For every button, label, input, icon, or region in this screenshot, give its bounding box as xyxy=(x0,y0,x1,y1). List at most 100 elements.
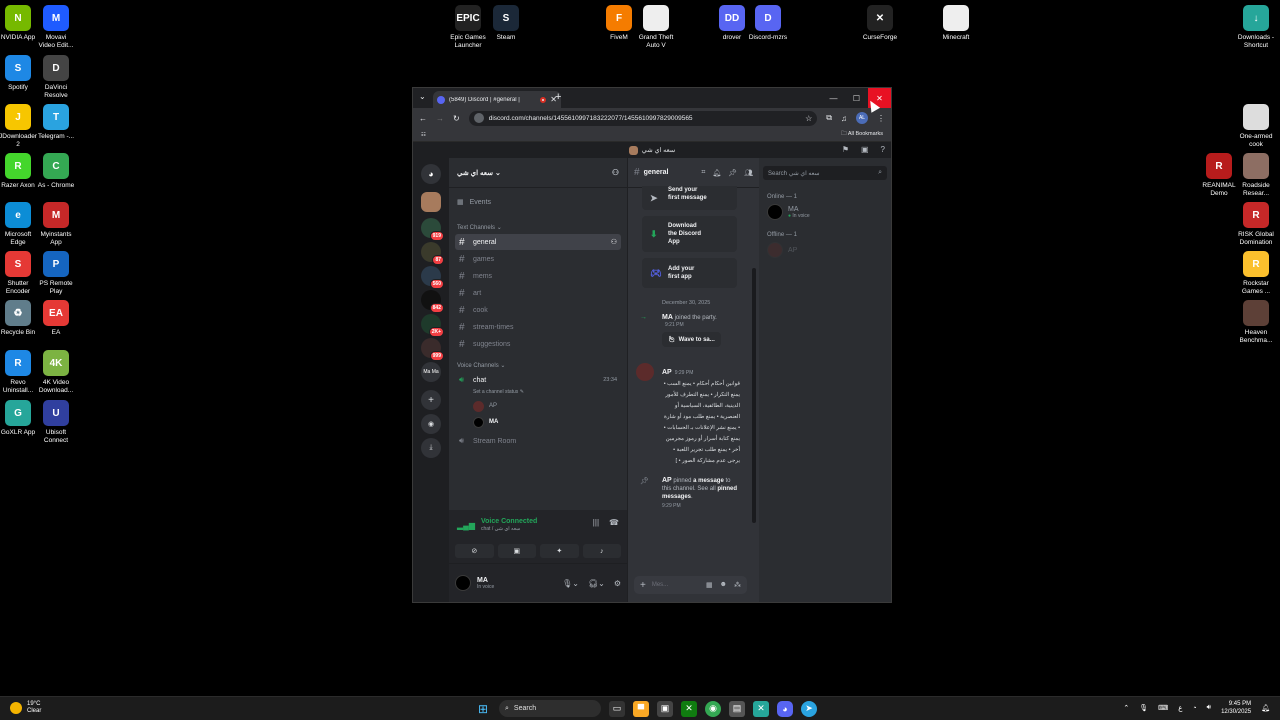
back-icon[interactable]: ← xyxy=(419,114,427,123)
server-item[interactable]: 999 xyxy=(421,338,444,361)
headphones-icon[interactable]: 🎧︎⌄ xyxy=(588,579,605,588)
help-icon[interactable]: ? xyxy=(881,145,885,154)
create-invite-icon[interactable]: ⚇ xyxy=(611,238,617,246)
tray-chevron-icon[interactable]: ⌃ xyxy=(1123,704,1129,712)
wifi-icon[interactable]: ◔ xyxy=(1192,705,1196,712)
avatar[interactable] xyxy=(636,363,654,381)
desktop-shortcut[interactable]: M Movavi Video Edit... xyxy=(30,5,82,50)
gift-icon[interactable]: ▦ xyxy=(706,581,713,589)
language-icon[interactable]: ع xyxy=(1178,704,1182,712)
member-list-icon[interactable]: 👥︎ xyxy=(744,169,753,177)
weather-widget[interactable]: 19°C Clear xyxy=(10,701,41,715)
server-folder[interactable]: Ma Ma xyxy=(421,362,441,382)
desktop-shortcut[interactable]: Heaven Benchma... xyxy=(1230,300,1280,345)
telegram-icon[interactable]: ➤ xyxy=(801,700,817,717)
events-item[interactable]: ▦ Events xyxy=(449,194,627,210)
discover-icon[interactable]: ◉ xyxy=(421,414,441,434)
desktop-shortcut[interactable]: One-armed cook xyxy=(1230,104,1280,149)
pin-message[interactable]: 📌︎ AP pinned a message to this channel. … xyxy=(628,477,759,509)
soundboard-button[interactable]: ♪ xyxy=(582,544,621,558)
screen-icon[interactable]: ▣ xyxy=(861,145,869,154)
apps-icon[interactable]: ☷ xyxy=(421,132,429,138)
desktop-shortcut[interactable]: ↓ Downloads - Shortcut xyxy=(1230,5,1280,50)
task-view-icon[interactable]: ▭ xyxy=(609,700,625,717)
desktop-shortcut[interactable]: D Discord-mzrs xyxy=(742,5,794,42)
activities-button[interactable]: ✦ xyxy=(540,544,579,558)
server-header[interactable]: سعه اي شي ⌄ ⚇ xyxy=(449,158,627,188)
camera-off-button[interactable]: ⊘ xyxy=(455,544,494,558)
url-text[interactable]: discord.com/channels/1455610997183222077… xyxy=(489,115,800,122)
bookmark-star-icon[interactable]: ☆ xyxy=(805,114,812,123)
notification-bell-icon[interactable]: 🔔︎ xyxy=(712,169,721,177)
keyboard-icon[interactable]: ⌨ xyxy=(1158,704,1168,712)
apps-grid-icon[interactable]: ⁂ xyxy=(734,581,741,589)
channel-general[interactable]: # general ⚇ xyxy=(455,234,621,250)
all-bookmarks-button[interactable]: 🗀 All Bookmarks xyxy=(841,130,883,139)
attach-plus-icon[interactable]: + xyxy=(640,580,646,591)
maximize-button[interactable]: ☐ xyxy=(845,88,868,108)
media-control-icon[interactable]: ♫ xyxy=(841,114,847,123)
desktop-shortcut[interactable]: EA EA xyxy=(30,300,82,337)
onboarding-card-add-app[interactable]: 🎮︎ Add your first app xyxy=(642,258,737,288)
emoji-icon[interactable]: ☻ xyxy=(720,581,727,589)
tab-search-icon[interactable]: ⌄ xyxy=(419,92,426,101)
onboarding-card-first-message[interactable]: ➤ Send your first message xyxy=(642,186,737,210)
desktop-shortcut[interactable]: Grand Theft Auto V xyxy=(630,5,682,50)
search-input[interactable]: Search سعه اي شي ⌕ xyxy=(763,166,887,180)
server-current[interactable] xyxy=(421,192,441,212)
site-info-icon[interactable] xyxy=(473,113,484,123)
new-tab-button[interactable]: + xyxy=(555,91,561,103)
photos-icon[interactable]: ▣ xyxy=(657,700,673,717)
user-avatar[interactable] xyxy=(455,575,471,591)
channel-suggestions[interactable]: # suggestions xyxy=(455,336,621,352)
message-input[interactable]: + Mes... ▦ ☻ ⁂ xyxy=(634,576,747,594)
voice-channel-chat[interactable]: 🔊︎ chat 23:34 xyxy=(455,372,621,388)
minimize-button[interactable]: — xyxy=(822,88,845,108)
desktop-shortcut[interactable]: M Myinstants App xyxy=(30,202,82,247)
noise-suppression-icon[interactable]: ||| xyxy=(593,518,599,527)
reload-icon[interactable]: ↻ xyxy=(453,114,460,123)
extensions-icon[interactable]: ⧉ xyxy=(826,113,832,123)
server-item[interactable]: 87 xyxy=(421,242,444,265)
notifications-icon[interactable]: 🔔︎ xyxy=(1261,704,1270,712)
inbox-icon[interactable]: ⚑ xyxy=(842,145,849,154)
desktop-shortcut[interactable]: C As - Chrome xyxy=(30,153,82,190)
chrome-icon[interactable]: ◉ xyxy=(705,700,721,717)
menu-icon[interactable]: ⋮ xyxy=(877,114,885,123)
invite-icon[interactable]: ⚇ xyxy=(612,168,619,177)
file-explorer-icon[interactable]: ▀ xyxy=(633,700,649,717)
desktop-shortcut[interactable]: ✕ CurseForge xyxy=(854,5,906,42)
voice-user-ma[interactable]: MA xyxy=(449,414,627,430)
member-ma[interactable]: MA ● In voice xyxy=(759,204,891,220)
join-message[interactable]: → MA joined the party. 9:21 PM 🙋︎ Wave t… xyxy=(628,314,759,347)
wave-button[interactable]: 🙋︎ Wave to sa... xyxy=(662,332,721,347)
tab-discord[interactable]: (5849) Discord | #general | ✕ xyxy=(433,91,561,108)
discord-taskbar-icon[interactable]: ◕ xyxy=(777,700,793,717)
voice-user-ap[interactable]: AP xyxy=(449,398,627,414)
channel-cook[interactable]: # cook xyxy=(455,302,621,318)
taskbar-search[interactable]: ⌕ Search xyxy=(499,700,601,717)
chat-scrollbar[interactable] xyxy=(752,268,756,523)
app-icon[interactable]: ▤ xyxy=(729,700,745,717)
xbox-icon[interactable]: ✕ xyxy=(681,700,697,717)
disconnect-icon[interactable]: ☎ xyxy=(609,518,619,527)
server-item[interactable]: 842 xyxy=(421,290,444,313)
desktop-shortcut[interactable]: D DaVinci Resolve xyxy=(30,55,82,100)
channel-games[interactable]: # games xyxy=(455,251,621,267)
forward-icon[interactable]: → xyxy=(436,114,444,123)
signal-icon[interactable]: ▂▄▆ xyxy=(457,521,475,530)
start-windows-icon[interactable]: ⊞ xyxy=(475,701,491,717)
discord-home-icon[interactable]: ◕ xyxy=(421,164,441,184)
server-item[interactable]: 560 xyxy=(421,266,444,289)
stream-room-channel[interactable]: 🔊︎ Stream Room xyxy=(455,433,621,449)
mic-tray-icon[interactable]: 🎙︎ xyxy=(1139,704,1148,712)
desktop-shortcut[interactable]: R Rockstar Games ... xyxy=(1230,251,1280,296)
microphone-icon[interactable]: 🎙︎⌄ xyxy=(562,579,579,588)
desktop-shortcut[interactable]: Minecraft xyxy=(930,5,982,42)
member-ap[interactable]: AP xyxy=(759,242,891,258)
onboarding-card-download[interactable]: ⬇ Download the Discord App xyxy=(642,216,737,252)
server-item[interactable]: 919 xyxy=(421,218,444,241)
message-ap[interactable]: AP 9:29 PM قوانين أحكام أحكام • يمنع السب… xyxy=(628,361,759,467)
channel-art[interactable]: # art xyxy=(455,285,621,301)
goxlr-icon[interactable]: ✕ xyxy=(753,700,769,717)
